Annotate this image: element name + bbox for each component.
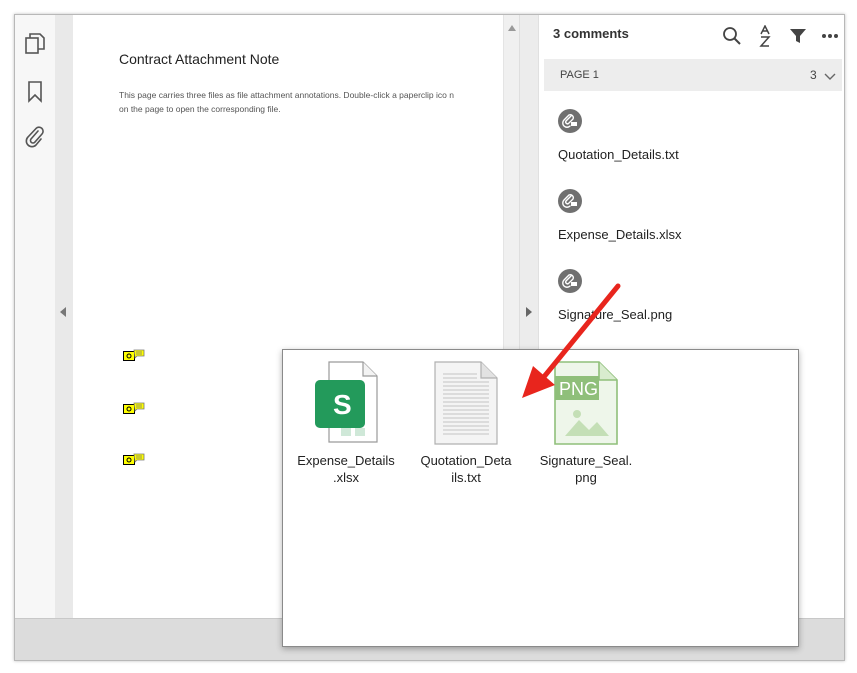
file-attachment-annotation-icon[interactable] xyxy=(123,401,145,414)
comment-item[interactable]: Signature_Seal.png xyxy=(558,269,818,329)
file-item-txt[interactable]: Quotation_Deta ils.txt xyxy=(413,360,519,490)
file-item-xlsx[interactable]: S Expense_Details .xlsx xyxy=(293,360,399,490)
left-panel-collapse-strip[interactable] xyxy=(55,15,73,618)
more-icon[interactable] xyxy=(817,23,843,49)
paperclip-icon[interactable] xyxy=(20,122,50,152)
page-comment-count: 3 xyxy=(810,68,817,82)
sort-az-icon[interactable] xyxy=(753,23,779,49)
attachment-comment-icon xyxy=(558,269,582,293)
comments-header: 3 comments xyxy=(539,15,844,57)
attachment-comment-icon xyxy=(558,189,582,213)
comments-count: 3 comments xyxy=(553,26,629,41)
comment-file-name: Signature_Seal.png xyxy=(558,307,673,322)
collapse-right-arrow-icon[interactable] xyxy=(526,307,532,317)
document-title: Contract Attachment Note xyxy=(119,51,280,67)
pages-icon[interactable] xyxy=(20,29,50,59)
file-attachment-annotation-icon[interactable] xyxy=(123,452,145,465)
excel-file-icon: S xyxy=(313,360,379,446)
search-icon[interactable] xyxy=(719,23,745,49)
file-name-label: Expense_Details .xlsx xyxy=(297,453,395,485)
file-name-label: Signature_Seal. png xyxy=(539,453,633,485)
comment-item[interactable]: Expense_Details.xlsx xyxy=(558,189,818,249)
png-glyph: PNG xyxy=(559,379,598,399)
bookmark-icon[interactable] xyxy=(20,77,50,107)
filter-icon[interactable] xyxy=(785,23,811,49)
png-file-icon: PNG xyxy=(553,360,619,446)
left-toolbar xyxy=(15,15,56,618)
attachment-comment-icon xyxy=(558,109,582,133)
comment-file-name: Expense_Details.xlsx xyxy=(558,227,682,242)
comment-item[interactable]: Quotation_Details.txt xyxy=(558,109,818,169)
page-group-header[interactable]: PAGE 1 3 xyxy=(544,59,842,91)
page-label: PAGE 1 xyxy=(560,69,599,81)
collapse-left-arrow-icon[interactable] xyxy=(60,307,66,317)
chevron-down-icon[interactable] xyxy=(824,68,836,86)
file-explorer-window: S Expense_Details .xlsx Quotation_Deta i… xyxy=(282,349,799,647)
file-attachment-annotation-icon[interactable] xyxy=(123,348,145,361)
document-body-text: This page carries three files as file at… xyxy=(119,90,454,114)
file-name-label: Quotation_Deta ils.txt xyxy=(420,453,512,485)
excel-glyph: S xyxy=(333,389,352,420)
comment-file-name: Quotation_Details.txt xyxy=(558,147,679,162)
file-item-png[interactable]: PNG Signature_Seal. png xyxy=(533,360,639,490)
text-file-icon xyxy=(433,360,499,446)
scroll-up-arrow-icon[interactable] xyxy=(508,25,516,31)
